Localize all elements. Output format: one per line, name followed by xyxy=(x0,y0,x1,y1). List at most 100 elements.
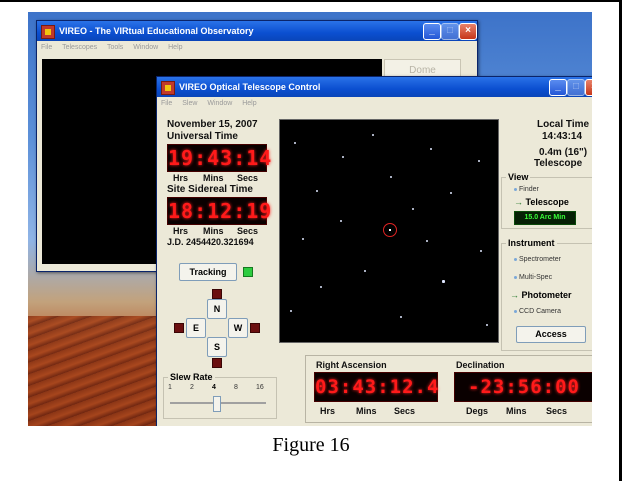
instrument-photometer[interactable]: → Photometer xyxy=(510,290,572,300)
slew-rate-slider[interactable] xyxy=(213,396,221,412)
desktop: VIREO - The VIRtual Educational Observat… xyxy=(28,12,592,426)
menu-help[interactable]: Help xyxy=(168,44,182,51)
right-ascension-label: Right Ascension xyxy=(316,360,387,370)
south-button[interactable]: S xyxy=(207,337,227,357)
star xyxy=(450,192,452,194)
st-secs-label: Secs xyxy=(237,226,259,236)
menu-window[interactable]: Window xyxy=(133,44,158,51)
star xyxy=(320,286,322,288)
star xyxy=(486,324,488,326)
maximize-icon[interactable]: □ xyxy=(441,23,459,40)
radio-dot-icon xyxy=(514,309,517,313)
access-button[interactable]: Access xyxy=(516,326,586,343)
slew-rate-4[interactable]: 4 xyxy=(212,384,216,391)
ccd-camera-label: CCD Camera xyxy=(519,308,562,315)
ra-hrs-label: Hrs xyxy=(320,406,336,416)
slew-rate-2[interactable]: 2 xyxy=(190,384,194,391)
slew-rate-16[interactable]: 16 xyxy=(256,384,264,391)
telescope-menubar: File Slew Window Help xyxy=(157,97,592,111)
julian-date: J.D. 2454420.321694 xyxy=(167,237,254,247)
telescope-window-title: VIREO Optical Telescope Control xyxy=(179,82,321,92)
date-label: November 15, 2007 xyxy=(167,119,258,130)
star xyxy=(426,240,428,242)
telescope-label: Telescope xyxy=(534,158,583,169)
star xyxy=(294,142,296,144)
close-icon[interactable]: × xyxy=(459,23,477,40)
maximize-icon[interactable]: □ xyxy=(567,79,585,96)
universal-time-label: Universal Time xyxy=(167,131,238,142)
instrument-ccd-camera[interactable]: CCD Camera xyxy=(514,308,561,315)
instrument-group-label: Instrument xyxy=(506,238,557,248)
ra-mins-label: Mins xyxy=(356,406,377,416)
minimize-icon[interactable]: _ xyxy=(549,79,567,96)
star xyxy=(480,250,482,252)
telescope-sky-view xyxy=(279,119,499,343)
radio-dot-icon xyxy=(514,257,517,261)
menu-telescopes[interactable]: Telescopes xyxy=(62,44,97,51)
radio-dot-icon xyxy=(514,275,517,279)
main-title-bar[interactable]: VIREO - The VIRtual Educational Observat… xyxy=(37,21,477,41)
view-telescope-option[interactable]: → Telescope xyxy=(514,197,569,207)
star xyxy=(364,270,366,272)
menu-file[interactable]: File xyxy=(41,44,52,51)
st-hrs-label: Hrs xyxy=(173,226,189,236)
telescope-title-bar[interactable]: VIREO Optical Telescope Control _ □ × xyxy=(157,77,592,97)
star xyxy=(430,148,432,150)
menu-window[interactable]: Window xyxy=(207,100,232,107)
ut-mins-label: Mins xyxy=(203,173,224,183)
field-of-view-display: 15.0 Arc Min xyxy=(514,211,576,225)
star xyxy=(342,156,344,158)
north-indicator xyxy=(212,289,222,299)
declination-display: -23:56:00 xyxy=(454,372,592,402)
east-button[interactable]: E xyxy=(186,318,206,338)
star xyxy=(478,160,480,162)
star xyxy=(340,220,342,222)
dec-secs-label: Secs xyxy=(546,406,568,416)
st-mins-label: Mins xyxy=(203,226,224,236)
dec-mins-label: Mins xyxy=(506,406,527,416)
south-indicator xyxy=(212,358,222,368)
minimize-icon[interactable]: _ xyxy=(423,23,441,40)
star xyxy=(316,190,318,192)
vireo-app-icon xyxy=(41,25,55,39)
view-finder-option[interactable]: Finder xyxy=(514,186,539,193)
instrument-multispec[interactable]: Multi-Spec xyxy=(514,274,552,281)
instrument-group: Instrument Spectrometer Multi-Spec → Pho… xyxy=(501,238,592,351)
view-finder-label: Finder xyxy=(519,186,539,193)
main-menubar: File Telescopes Tools Window Help xyxy=(37,41,477,55)
star xyxy=(302,238,304,240)
selected-arrow-icon: → xyxy=(510,290,519,300)
view-telescope-label: Telescope xyxy=(525,197,569,207)
vireo-app-icon xyxy=(161,81,175,95)
menu-tools[interactable]: Tools xyxy=(107,44,123,51)
tracking-button[interactable]: Tracking xyxy=(179,263,237,281)
radio-dot-icon xyxy=(514,187,517,191)
menu-help[interactable]: Help xyxy=(242,100,256,107)
photometer-label: Photometer xyxy=(521,290,572,300)
instrument-spectrometer[interactable]: Spectrometer xyxy=(514,256,561,263)
ra-secs-label: Secs xyxy=(394,406,416,416)
slew-rate-group: Slew Rate 1 2 4 8 16 xyxy=(163,372,277,419)
coordinates-panel: Right Ascension 03:43:12.4 Hrs Mins Secs… xyxy=(305,355,592,423)
star xyxy=(442,280,445,283)
universal-time-display: 19:43:14 xyxy=(167,144,273,172)
slew-rate-8[interactable]: 8 xyxy=(234,384,238,391)
ut-secs-label: Secs xyxy=(237,173,259,183)
west-button[interactable]: W xyxy=(228,318,248,338)
menu-file[interactable]: File xyxy=(161,100,172,107)
main-window-title: VIREO - The VIRtual Educational Observat… xyxy=(59,26,254,36)
star xyxy=(372,134,374,136)
close-icon[interactable]: × xyxy=(585,79,592,96)
slew-rate-label: Slew Rate xyxy=(168,372,215,382)
target-reticle-icon xyxy=(383,223,397,237)
east-indicator xyxy=(174,323,184,333)
north-button[interactable]: N xyxy=(207,299,227,319)
view-group-label: View xyxy=(506,172,531,182)
ut-hrs-label: Hrs xyxy=(173,173,189,183)
menu-slew[interactable]: Slew xyxy=(182,100,197,107)
slew-rate-1[interactable]: 1 xyxy=(168,384,172,391)
view-group: View Finder → Telescope 15.0 Arc Min xyxy=(501,172,592,229)
telescope-control-window: VIREO Optical Telescope Control _ □ × Fi… xyxy=(156,76,592,426)
sidereal-time-display: 18:12:19 xyxy=(167,197,273,225)
local-time-value: 14:43:14 xyxy=(542,131,583,142)
